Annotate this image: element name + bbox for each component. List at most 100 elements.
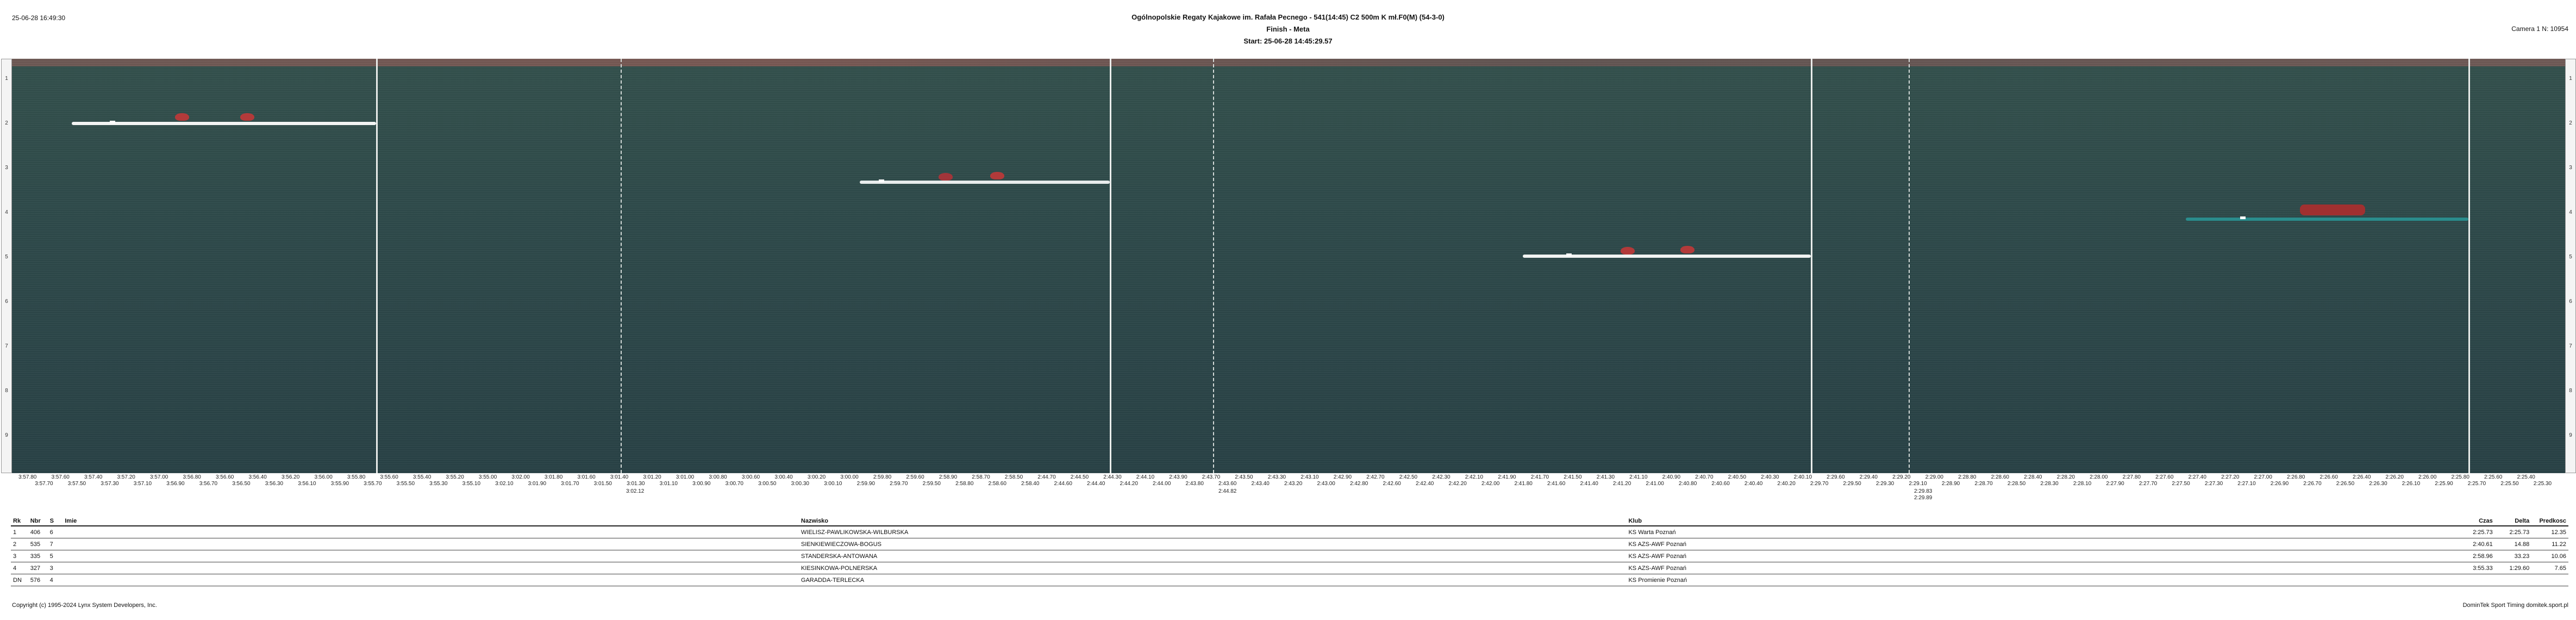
time-tick-label: 2:42.80 [1349, 481, 1368, 487]
time-tick-label: 3:55.60 [380, 474, 398, 480]
boat-hull [72, 122, 376, 125]
time-tick-label: 3:01.90 [528, 481, 547, 487]
time-tick-label: 3:00.80 [709, 474, 727, 480]
lane-tick: 3 [2569, 165, 2572, 171]
time-tick-label: 2:26.40 [2353, 474, 2371, 480]
time-tick-label: 2:29.70 [1810, 481, 1829, 487]
results-cell-speed: 10.06 [2531, 550, 2568, 562]
time-tick-label: 3:56.10 [298, 481, 316, 487]
time-tick-label: 3:56.90 [166, 481, 185, 487]
boat-number-tag [110, 121, 115, 123]
time-tick-label: 3:56.40 [248, 474, 267, 480]
split-line[interactable] [376, 59, 378, 473]
results-cell-imie [62, 550, 799, 562]
time-tick-label: 2:40.90 [1662, 474, 1681, 480]
results-column-header[interactable]: Predkosc [2531, 517, 2568, 526]
results-cell-rk: DN [11, 574, 28, 586]
time-tick-label: 2:26.80 [2287, 474, 2305, 480]
time-tick-label: 2:28.30 [2040, 481, 2059, 487]
results-column-header[interactable]: Nazwisko [798, 517, 1627, 526]
time-tick-label: 2:42.40 [1415, 481, 1434, 487]
results-column-header[interactable]: Rk [11, 517, 28, 526]
results-cell-s: 7 [47, 538, 63, 550]
results-row[interactable]: 4 327 3 KIESINKOWA-POLNERSKA KS AZS-AWF Pozn… [11, 562, 2568, 574]
results-table: Rk Nbr S Imie Nazwisko Klub Czas Delta Predkosc … [11, 517, 2568, 586]
time-tick-label: 2:28.20 [2056, 474, 2075, 480]
results-cell-s: 3 [47, 562, 63, 574]
lane-tick: 1 [2569, 76, 2572, 82]
time-tick-label: 2:58.90 [939, 474, 958, 480]
time-tick-label: 2:43.00 [1317, 481, 1335, 487]
results-column-header[interactable]: Klub [1626, 517, 2459, 526]
results-column-header[interactable]: S [47, 517, 63, 526]
split-line-dashed[interactable] [1909, 59, 1910, 473]
boat-number-tag [1566, 253, 1572, 256]
time-tick-label: 2:28.90 [1941, 481, 1960, 487]
split-line-dashed[interactable] [621, 59, 622, 473]
lane-tick: 6 [5, 299, 8, 305]
time-tick-label: 3:57.50 [67, 481, 86, 487]
results-column-header[interactable]: Czas [2458, 517, 2495, 526]
time-tick-label: 2:29.00 [1925, 474, 1943, 480]
time-tick-label: 2:25.50 [2500, 481, 2519, 487]
results-cell-nazwisko: STANDERSKA-ANTOWANA [798, 550, 1627, 562]
results-row[interactable]: 1 406 6 WIELISZ-PAWLIKOWSKA-WILBURSKA KS War… [11, 526, 2568, 538]
time-tick-label: 2:27.60 [2155, 474, 2174, 480]
lane-tick: 4 [2569, 209, 2572, 215]
results-column-header[interactable]: Imie [62, 517, 799, 526]
time-tick-label: 3:00.00 [840, 474, 859, 480]
time-tick-label: 2:28.70 [1974, 481, 1993, 487]
results-cell-s: 4 [47, 574, 63, 586]
time-tick-label: 3:01.20 [643, 474, 661, 480]
time-tick-label: 3:55.00 [478, 474, 497, 480]
split-line-dashed[interactable] [1213, 59, 1214, 473]
time-tick-label: 2:44.20 [1120, 481, 1138, 487]
time-tick-label: 3:55.80 [347, 474, 366, 480]
time-tick-label: 3:55.30 [429, 481, 448, 487]
time-tick-label: 2:42.10 [1465, 474, 1484, 480]
split-line[interactable] [1811, 59, 1812, 473]
time-tick-label: 2:44.30 [1103, 474, 1122, 480]
results-row[interactable]: 2 535 7 SIENKIEWIECZOWA-BOGUS KS AZS-AWF Poz… [11, 538, 2568, 550]
split-time-label: 2:44.82 [1218, 488, 1237, 494]
time-tick-label: 2:28.50 [2007, 481, 2026, 487]
results-row[interactable]: DN 576 4 GARADDA-TERLECKA KS Promienie Pozna… [11, 574, 2568, 586]
results-row[interactable]: 3 335 5 STANDERSKA-ANTOWANA KS AZS-AWF Pozna… [11, 550, 2568, 562]
time-tick-label: 3:55.70 [364, 481, 382, 487]
time-tick-label: 2:44.70 [1037, 474, 1056, 480]
boat-number-tag [2240, 216, 2246, 219]
camera-label: Camera 1 N: 10954 [2511, 25, 2568, 33]
time-tick-label: 2:43.70 [1202, 474, 1221, 480]
time-tick-label: 3:56.00 [314, 474, 333, 480]
lane-scale-left: 1 2 3 4 5 6 7 8 9 [1, 59, 12, 473]
results-column-header[interactable]: Delta [2494, 517, 2532, 526]
split-line[interactable] [2468, 59, 2470, 473]
time-tick-label: 2:44.00 [1153, 481, 1171, 487]
time-tick-label: 3:02.00 [511, 474, 530, 480]
split-line[interactable] [1110, 59, 1111, 473]
time-tick-label: 3:01.10 [659, 481, 678, 487]
time-tick-label: 2:26.90 [2270, 481, 2289, 487]
time-tick-label: 2:43.80 [1185, 481, 1204, 487]
time-tick-label: 2:26.20 [2385, 474, 2404, 480]
results-column-header[interactable]: Nbr [28, 517, 48, 526]
timing-credit: DominTek Sport Timing domitek.sport.pl [2462, 602, 2568, 609]
time-tick-label: 3:56.50 [232, 481, 251, 487]
results-cell-klub: KS Promienie Poznań [1626, 574, 2459, 586]
finish-photo[interactable] [12, 59, 2565, 473]
time-tick-label: 3:57.70 [35, 481, 53, 487]
time-tick-label: 2:40.70 [1695, 474, 1714, 480]
time-tick-label: 3:00.90 [692, 481, 711, 487]
water-texture [12, 59, 2565, 473]
results-cell-nbr: 576 [28, 574, 48, 586]
results-cell-nazwisko: KIESINKOWA-POLNERSKA [798, 562, 1627, 574]
split-time-label: 2:29.83 [1914, 488, 1933, 494]
results-cell-nbr: 535 [28, 538, 48, 550]
time-tick-label: 2:43.40 [1251, 481, 1270, 487]
time-tick-label: 2:26.10 [2402, 481, 2421, 487]
time-tick-label: 3:55.20 [446, 474, 464, 480]
results-cell-klub: KS AZS-AWF Poznań [1626, 538, 2459, 550]
time-tick-label: 3:01.30 [627, 481, 645, 487]
time-tick-label: 2:42.70 [1366, 474, 1385, 480]
lane-tick: 2 [5, 120, 8, 126]
